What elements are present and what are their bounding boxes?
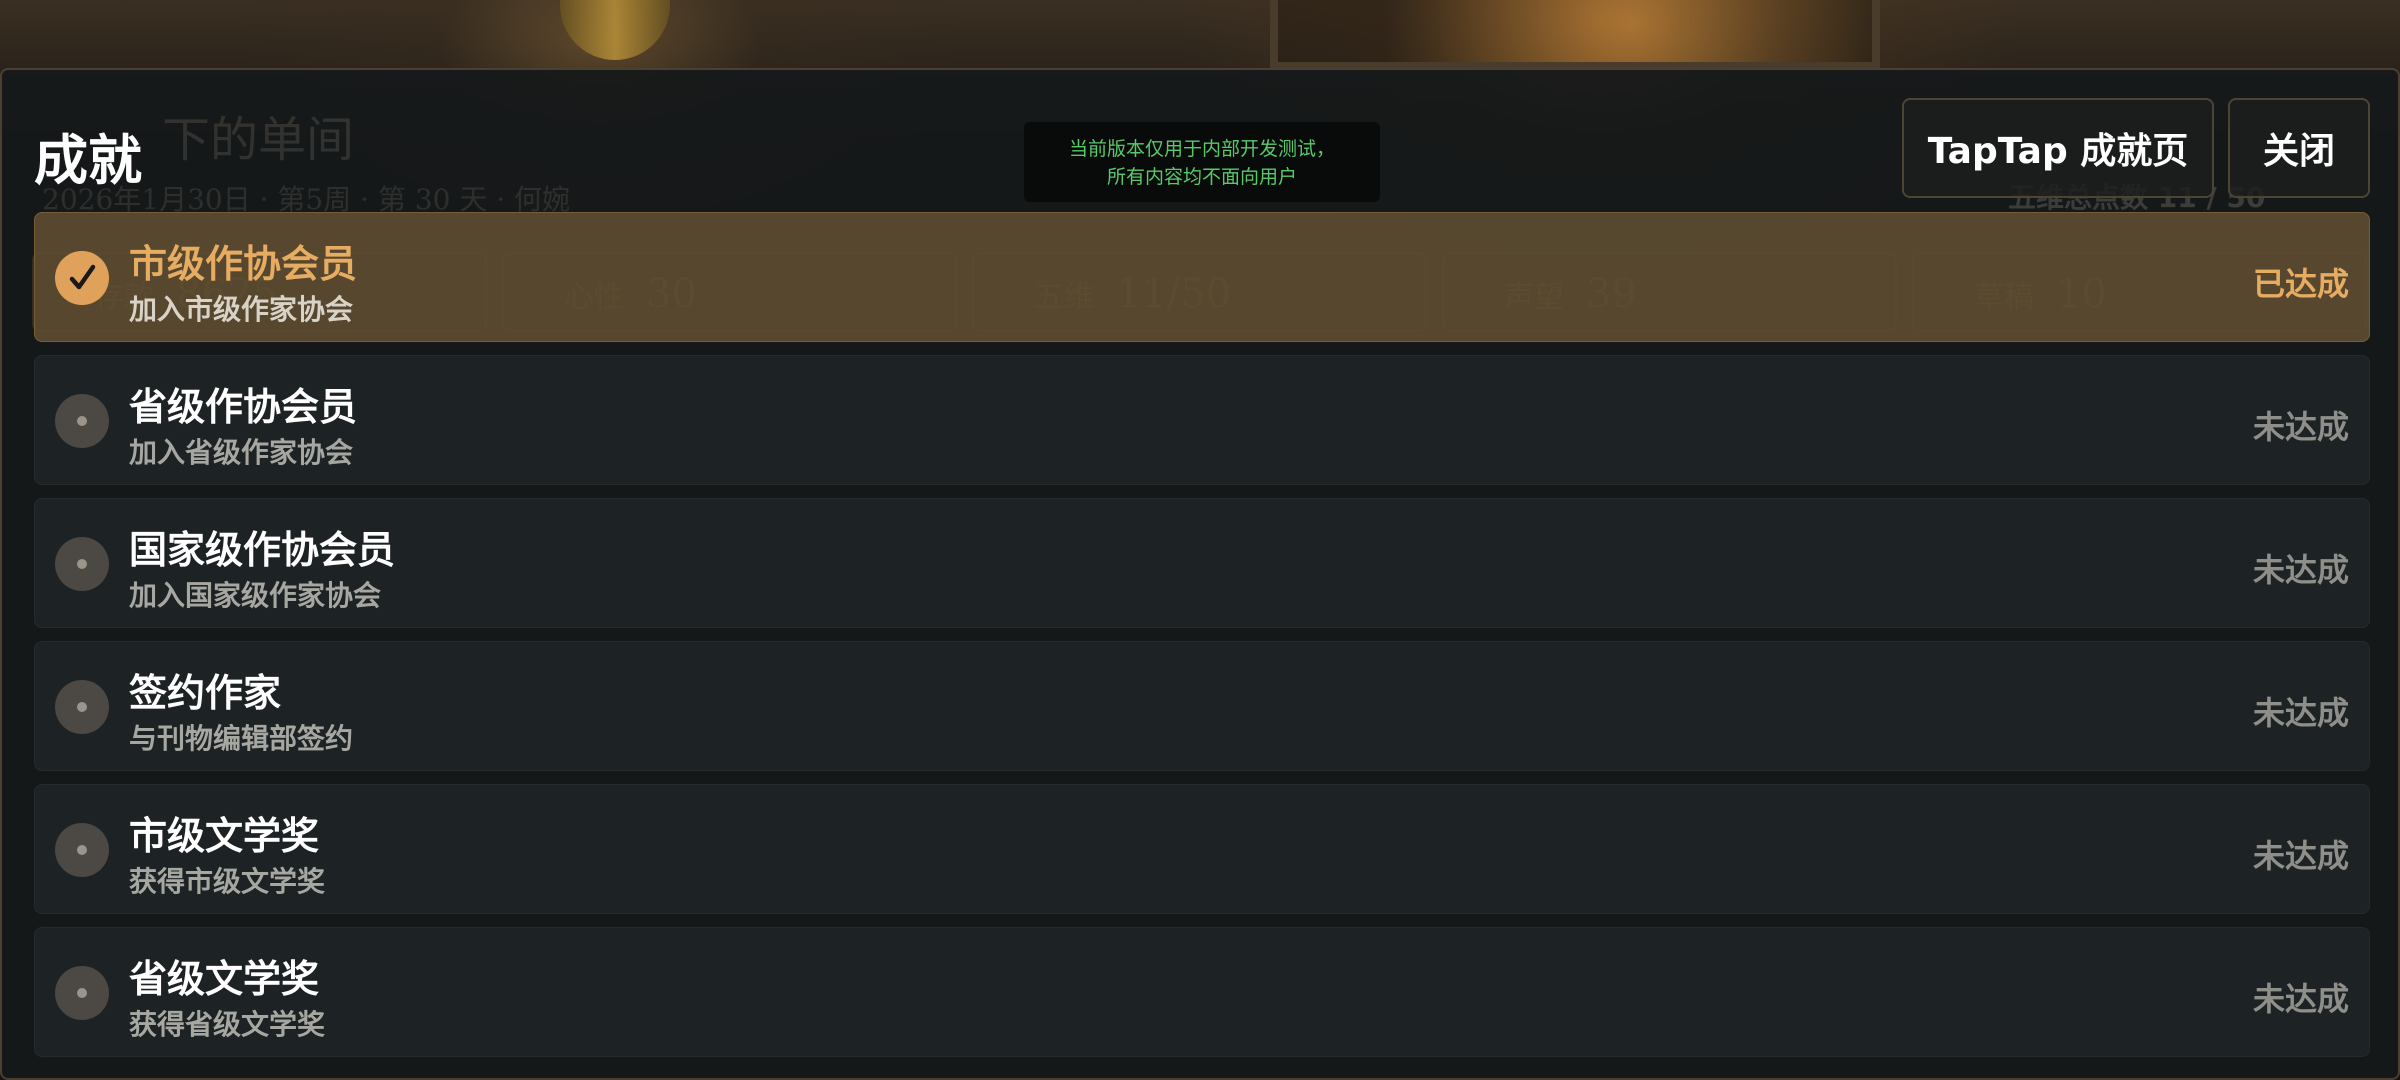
close-button[interactable]: 关闭 <box>2228 98 2370 198</box>
achievement-desc: 加入国家级作家协会 <box>129 579 382 612</box>
dot-mark <box>77 559 87 569</box>
achievement-status: 未达成 <box>2252 694 2349 732</box>
dot-icon <box>55 680 109 734</box>
achievement-item[interactable]: 国家级作协会员 加入国家级作家协会 未达成 <box>34 498 2370 628</box>
notice-line-2: 所有内容均不面向用户 <box>1106 166 1297 188</box>
achievement-name: 国家级作协会员 <box>129 528 396 572</box>
achievement-status: 未达成 <box>2252 408 2349 446</box>
dot-mark <box>77 702 87 712</box>
achievement-status: 已达成 <box>2252 265 2349 303</box>
achievement-name: 省级文学奖 <box>129 957 320 1001</box>
achievement-item[interactable]: 签约作家 与刊物编辑部签约 未达成 <box>34 641 2370 771</box>
modal-title: 成就 <box>34 129 142 192</box>
dot-icon <box>55 394 109 448</box>
taptap-achievements-button[interactable]: TapTap 成就页 <box>1902 98 2214 198</box>
achievement-item[interactable]: 市级文学奖 获得市级文学奖 未达成 <box>34 784 2370 914</box>
window-decoration <box>1270 0 1880 70</box>
achievement-item[interactable]: 市级作协会员 加入市级作家协会 已达成 <box>34 212 2370 342</box>
achievement-name: 签约作家 <box>129 671 282 715</box>
achievement-desc: 获得省级文学奖 <box>129 1008 326 1041</box>
achievement-status: 未达成 <box>2252 980 2349 1018</box>
check-icon <box>55 251 109 305</box>
notice-line-1: 当前版本仅用于内部开发测试， <box>1068 138 1335 160</box>
dot-mark <box>77 988 87 998</box>
dot-mark <box>77 416 87 426</box>
dot-icon <box>55 966 109 1020</box>
dot-icon <box>55 537 109 591</box>
achievement-name: 市级作协会员 <box>129 242 358 286</box>
achievement-item[interactable]: 省级作协会员 加入省级作家协会 未达成 <box>34 355 2370 485</box>
bottle-decoration <box>560 0 670 60</box>
achievement-name: 省级作协会员 <box>129 385 358 429</box>
internal-test-notice: 当前版本仅用于内部开发测试， 所有内容均不面向用户 <box>1024 122 1380 202</box>
dot-mark <box>77 845 87 855</box>
dot-icon <box>55 823 109 877</box>
achievement-list: 市级作协会员 加入市级作家协会 已达成 省级作协会员 加入省级作家协会 未达成 … <box>34 212 2370 1070</box>
bg-room-title: 下的单间 <box>162 112 355 168</box>
achievement-item[interactable]: 省级文学奖 获得省级文学奖 未达成 <box>34 927 2370 1057</box>
achievement-desc: 加入省级作家协会 <box>129 436 354 469</box>
achievement-desc: 获得市级文学奖 <box>129 865 326 898</box>
achievement-name: 市级文学奖 <box>129 814 320 858</box>
achievements-modal: 下的单间 2026年1月30日 · 第5周 · 第 30 天 · 何婉 五维总点… <box>0 68 2400 1080</box>
checkmark-svg <box>69 264 96 290</box>
achievement-desc: 与刊物编辑部签约 <box>129 722 354 755</box>
achievement-desc: 加入市级作家协会 <box>129 293 354 326</box>
achievement-status: 未达成 <box>2252 551 2349 589</box>
achievement-status: 未达成 <box>2252 837 2349 875</box>
